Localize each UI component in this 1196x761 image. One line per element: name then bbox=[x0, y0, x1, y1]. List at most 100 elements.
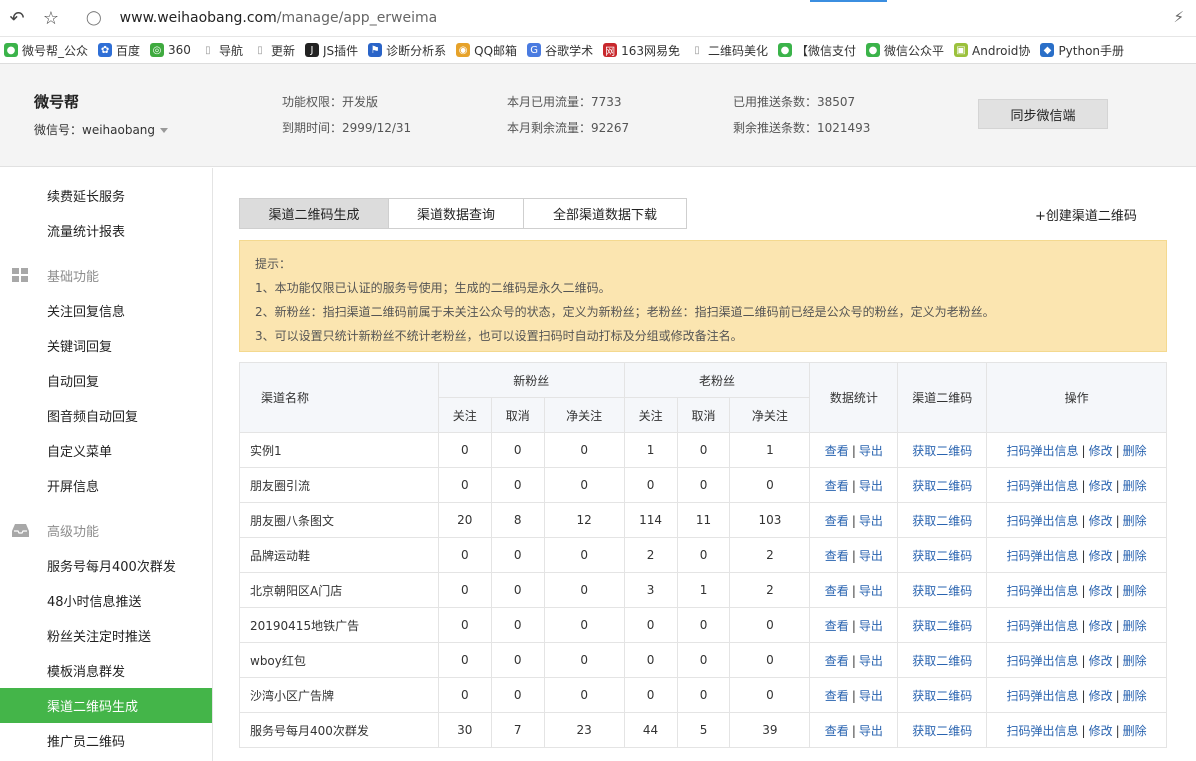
tab-channel-data-query[interactable]: 渠道数据查询 bbox=[389, 199, 524, 228]
get-qr-link[interactable]: 获取二维码 bbox=[912, 654, 972, 668]
scan-popup-info-link[interactable]: 扫码弹出信息 bbox=[1007, 689, 1079, 703]
delete-link[interactable]: 删除 bbox=[1123, 584, 1147, 598]
bookmark-item[interactable]: ▣ Android协 bbox=[954, 42, 1030, 59]
bookmark-item[interactable]: 网 163网易免 bbox=[603, 42, 680, 59]
get-qr-link[interactable]: 获取二维码 bbox=[912, 514, 972, 528]
old-follow-cell: 3 bbox=[623, 572, 678, 608]
delete-link[interactable]: 删除 bbox=[1123, 479, 1147, 493]
bookmark-item[interactable]: ● 微号帮_公众 bbox=[4, 42, 88, 59]
scan-popup-info-link[interactable]: 扫码弹出信息 bbox=[1007, 479, 1079, 493]
delete-link[interactable]: 删除 bbox=[1123, 654, 1147, 668]
edit-link[interactable]: 修改 bbox=[1089, 584, 1113, 598]
get-qr-link[interactable]: 获取二维码 bbox=[912, 584, 972, 598]
export-link[interactable]: 导出 bbox=[859, 444, 883, 458]
bookmark-item[interactable]: J JS插件 bbox=[304, 42, 358, 59]
bookmark-item[interactable]: ● 微信公众平 bbox=[866, 42, 944, 59]
delete-link[interactable]: 删除 bbox=[1123, 724, 1147, 738]
bookmark-item[interactable]: ⚑ 诊断分析系 bbox=[368, 42, 446, 59]
sidebar-item-custom-menu[interactable]: 自定义菜单 bbox=[0, 433, 212, 468]
export-link[interactable]: 导出 bbox=[859, 479, 883, 493]
notice-line-2: 2、新粉丝：指扫渠道二维码前属于未关注公众号的状态，定义为新粉丝；老粉丝：指扫渠… bbox=[255, 305, 995, 319]
delete-link[interactable]: 删除 bbox=[1123, 514, 1147, 528]
edit-link[interactable]: 修改 bbox=[1089, 654, 1113, 668]
view-link[interactable]: 查看 bbox=[825, 479, 849, 493]
edit-link[interactable]: 修改 bbox=[1089, 444, 1113, 458]
sidebar-item-mass-400[interactable]: 服务号每月400次群发 bbox=[0, 548, 212, 583]
export-link[interactable]: 导出 bbox=[859, 619, 883, 633]
scan-popup-info-link[interactable]: 扫码弹出信息 bbox=[1007, 619, 1079, 633]
sidebar-item-48h-push[interactable]: 48小时信息推送 bbox=[0, 583, 212, 618]
bookmark-item[interactable]: ▯ 二维码美化 bbox=[690, 42, 768, 59]
android-icon: ▣ bbox=[954, 43, 969, 57]
scan-popup-info-link[interactable]: 扫码弹出信息 bbox=[1007, 514, 1079, 528]
delete-link[interactable]: 删除 bbox=[1123, 689, 1147, 703]
sidebar-item-follow-reply[interactable]: 关注回复信息 bbox=[0, 293, 212, 328]
view-link[interactable]: 查看 bbox=[825, 514, 849, 528]
star-bookmark-icon[interactable]: ☆ bbox=[34, 0, 68, 37]
old-cancel-cell: 0 bbox=[676, 432, 731, 468]
sidebar-item-keyword-reply[interactable]: 关键词回复 bbox=[0, 328, 212, 363]
tab-channel-qr-generate[interactable]: 渠道二维码生成 bbox=[240, 199, 389, 228]
scan-popup-info-link[interactable]: 扫码弹出信息 bbox=[1007, 584, 1079, 598]
bookmark-item[interactable]: ● 【微信支付 bbox=[778, 42, 856, 59]
edit-link[interactable]: 修改 bbox=[1089, 689, 1113, 703]
bookmark-item[interactable]: ✿ 百度 bbox=[98, 42, 140, 59]
get-qr-link[interactable]: 获取二维码 bbox=[912, 444, 972, 458]
lightning-icon[interactable]: ⚡︎ bbox=[1173, 8, 1184, 26]
sidebar-item-auto-reply[interactable]: 自动回复 bbox=[0, 363, 212, 398]
edit-link[interactable]: 修改 bbox=[1089, 549, 1113, 563]
wechat-id-dropdown[interactable]: 微信号：weihaobang bbox=[34, 121, 169, 138]
scan-popup-info-link[interactable]: 扫码弹出信息 bbox=[1007, 724, 1079, 738]
sidebar-item-timed-push[interactable]: 粉丝关注定时推送 bbox=[0, 618, 212, 653]
scan-popup-info-link[interactable]: 扫码弹出信息 bbox=[1007, 654, 1079, 668]
sidebar-item-renew[interactable]: 续费延长服务 bbox=[0, 178, 212, 213]
bookmark-item[interactable]: ▯ 导航 bbox=[201, 42, 243, 59]
export-link[interactable]: 导出 bbox=[859, 654, 883, 668]
delete-link[interactable]: 删除 bbox=[1123, 549, 1147, 563]
sync-wechat-button[interactable]: 同步微信端 bbox=[978, 99, 1108, 129]
sidebar-item-channel-qr[interactable]: 渠道二维码生成 bbox=[0, 688, 212, 723]
old-follow-cell: 0 bbox=[623, 467, 678, 503]
export-link[interactable]: 导出 bbox=[859, 689, 883, 703]
view-link[interactable]: 查看 bbox=[825, 584, 849, 598]
view-link[interactable]: 查看 bbox=[825, 724, 849, 738]
bookmark-item[interactable]: ◆ Python手册 bbox=[1040, 42, 1124, 59]
export-link[interactable]: 导出 bbox=[859, 549, 883, 563]
sidebar-item-traffic-report[interactable]: 流量统计报表 bbox=[0, 213, 212, 248]
edit-link[interactable]: 修改 bbox=[1089, 619, 1113, 633]
get-qr-link[interactable]: 获取二维码 bbox=[912, 724, 972, 738]
create-channel-qr-link[interactable]: +创建渠道二维码 bbox=[1035, 205, 1137, 224]
get-qr-link[interactable]: 获取二维码 bbox=[912, 479, 972, 493]
export-link[interactable]: 导出 bbox=[859, 584, 883, 598]
view-link[interactable]: 查看 bbox=[825, 689, 849, 703]
edit-link[interactable]: 修改 bbox=[1089, 514, 1113, 528]
sidebar-item-promoter-qr[interactable]: 推广员二维码 bbox=[0, 723, 212, 758]
bookmark-item[interactable]: ◉ QQ邮箱 bbox=[456, 42, 517, 59]
export-link[interactable]: 导出 bbox=[859, 514, 883, 528]
edit-link[interactable]: 修改 bbox=[1089, 479, 1113, 493]
view-link[interactable]: 查看 bbox=[825, 619, 849, 633]
export-link[interactable]: 导出 bbox=[859, 724, 883, 738]
sidebar-item-media-reply[interactable]: 图音频自动回复 bbox=[0, 398, 212, 433]
bookmark-item[interactable]: G 谷歌学术 bbox=[527, 42, 593, 59]
bookmark-item[interactable]: ▯ 更新 bbox=[253, 42, 295, 59]
get-qr-link[interactable]: 获取二维码 bbox=[912, 549, 972, 563]
site-security-icon[interactable]: ◯ bbox=[86, 10, 102, 26]
scan-popup-info-link[interactable]: 扫码弹出信息 bbox=[1007, 549, 1079, 563]
delete-link[interactable]: 删除 bbox=[1123, 619, 1147, 633]
url-field[interactable]: www.weihaobang.com/manage/app_erweima bbox=[120, 10, 438, 26]
edit-link[interactable]: 修改 bbox=[1089, 724, 1113, 738]
sidebar-item-template-mass[interactable]: 模板消息群发 bbox=[0, 653, 212, 688]
bookmark-item[interactable]: ◎ 360 bbox=[150, 43, 191, 57]
get-qr-link[interactable]: 获取二维码 bbox=[912, 689, 972, 703]
push-left-info: 剩余推送条数：1021493 bbox=[733, 121, 871, 135]
view-link[interactable]: 查看 bbox=[825, 549, 849, 563]
delete-link[interactable]: 删除 bbox=[1123, 444, 1147, 458]
tab-channel-data-download[interactable]: 全部渠道数据下载 bbox=[524, 199, 686, 228]
back-icon[interactable]: ↶ bbox=[0, 0, 34, 37]
get-qr-link[interactable]: 获取二维码 bbox=[912, 619, 972, 633]
sidebar-item-splash[interactable]: 开屏信息 bbox=[0, 468, 212, 503]
view-link[interactable]: 查看 bbox=[825, 444, 849, 458]
scan-popup-info-link[interactable]: 扫码弹出信息 bbox=[1007, 444, 1079, 458]
view-link[interactable]: 查看 bbox=[825, 654, 849, 668]
